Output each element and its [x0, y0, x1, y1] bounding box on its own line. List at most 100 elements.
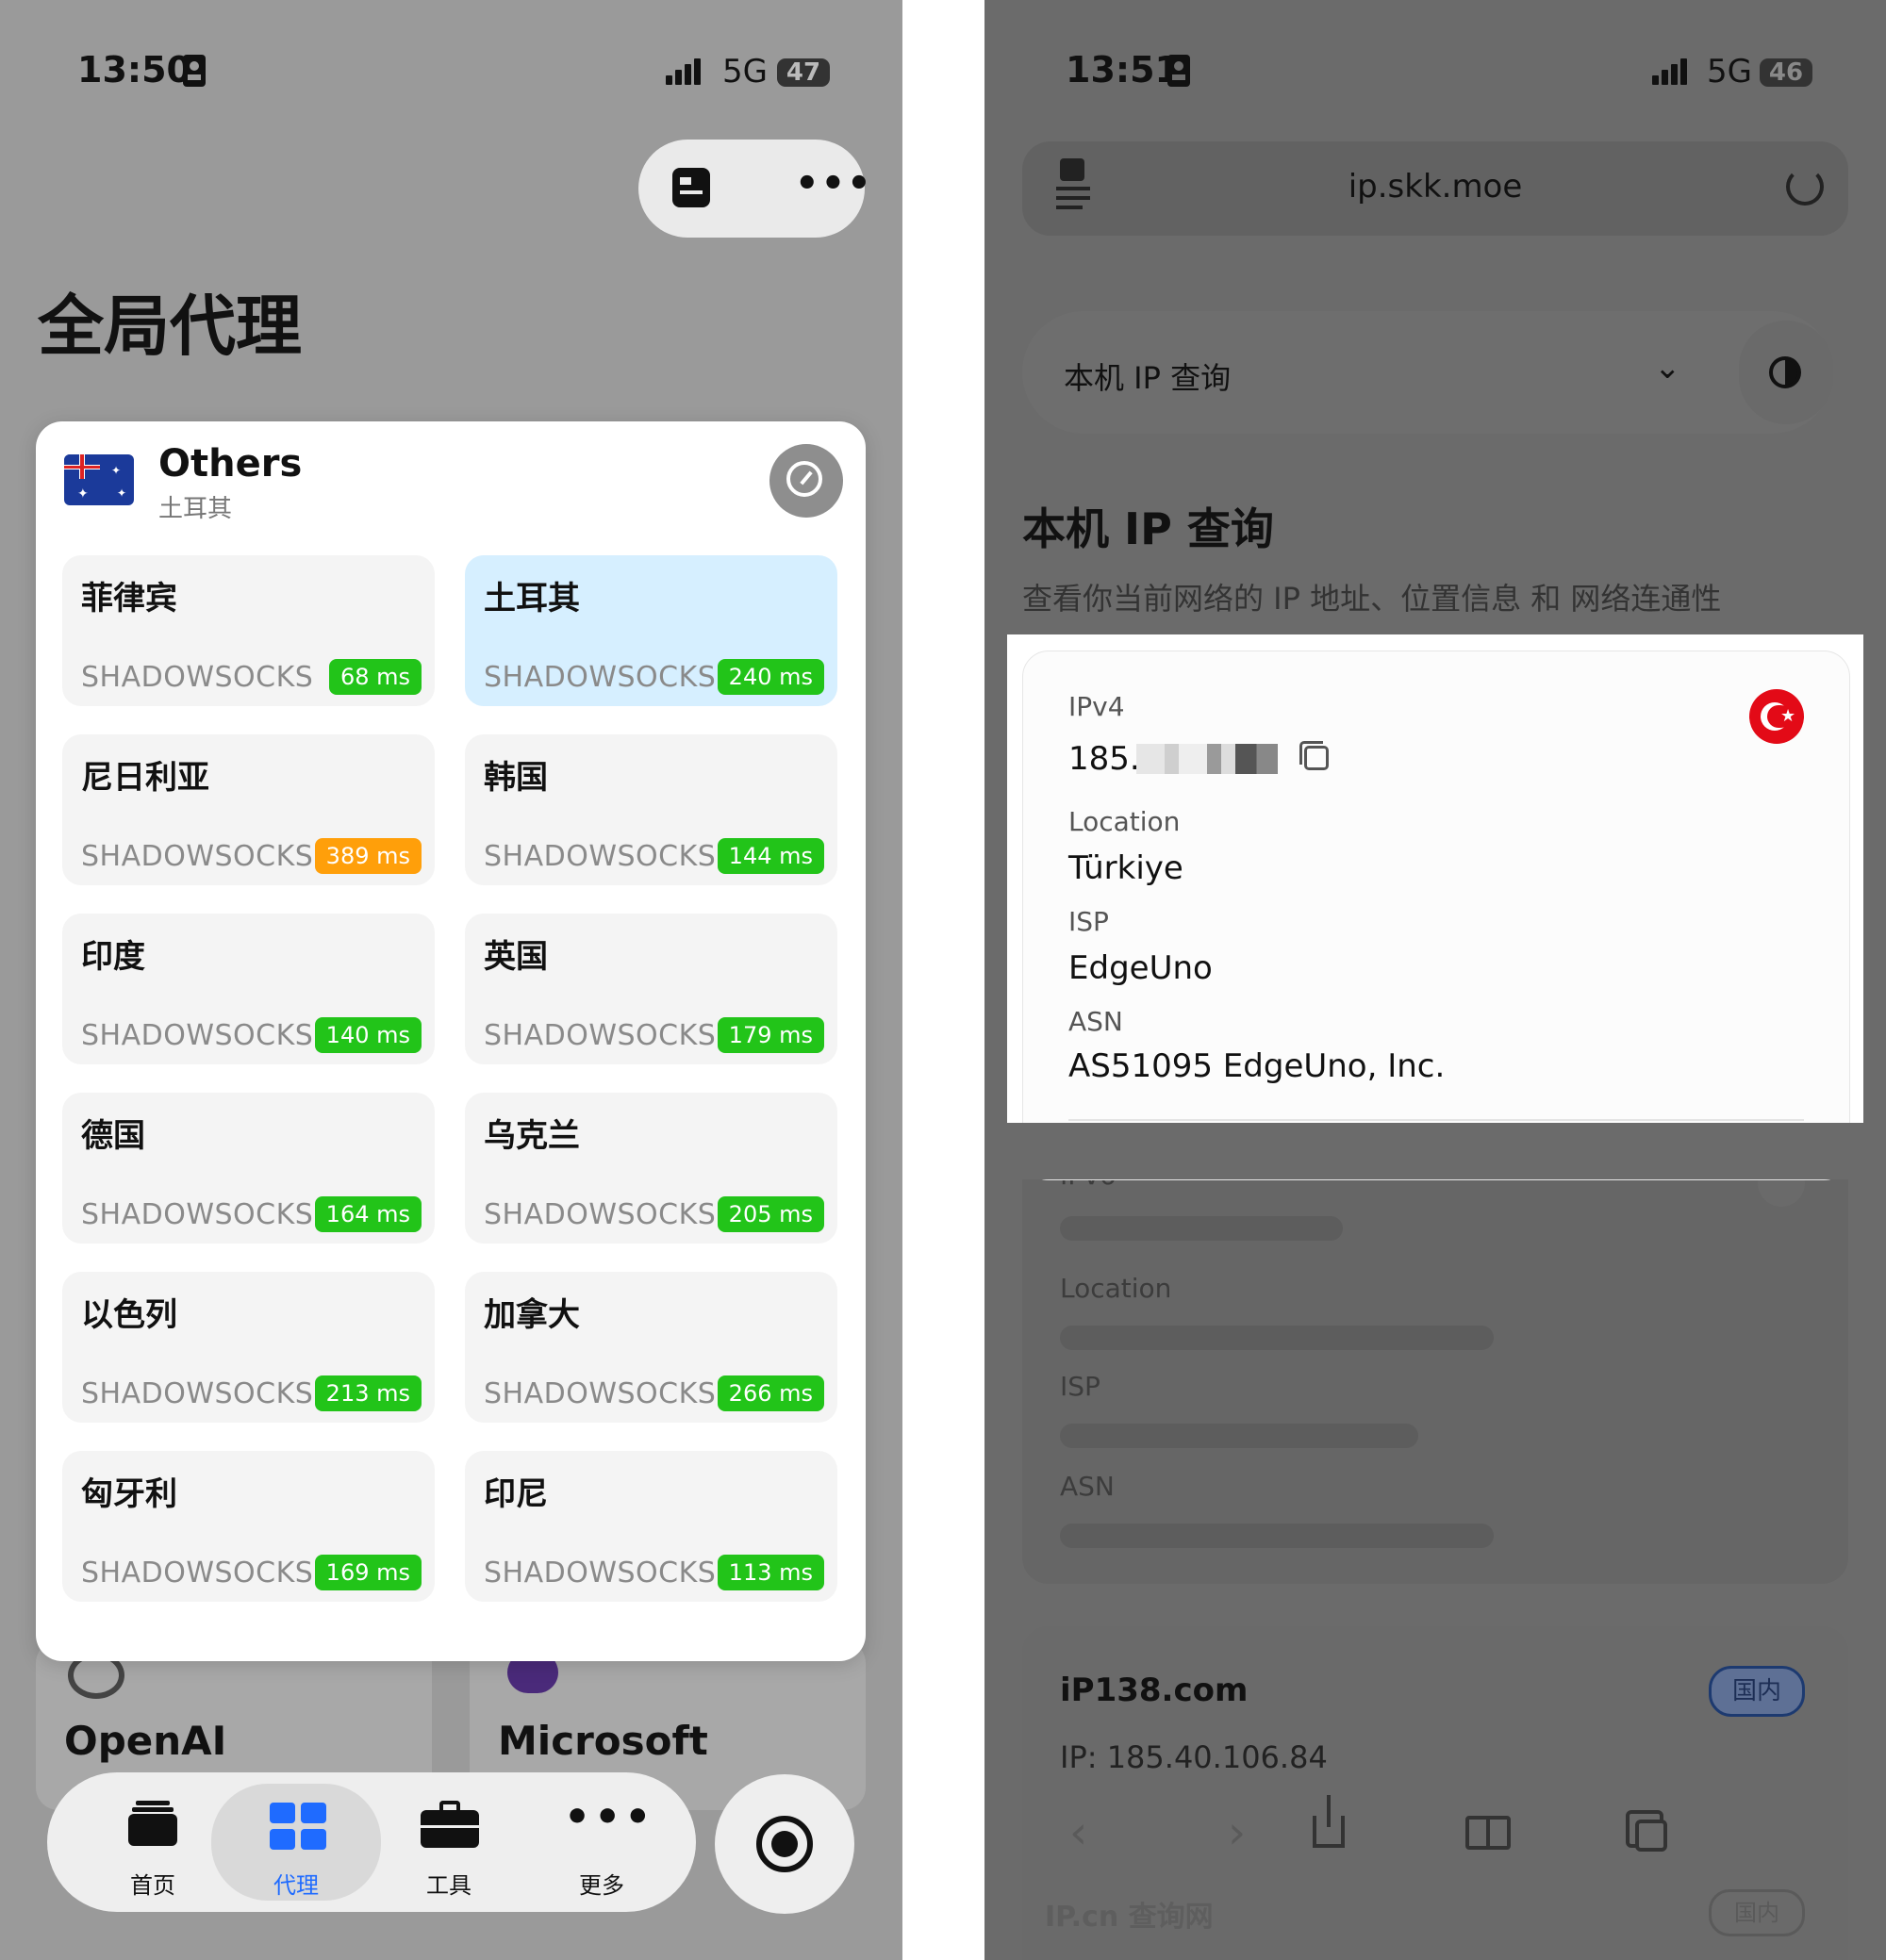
ip-redacted-mosaic — [1136, 744, 1278, 774]
ipv4-card: IPv4 ★ 185. Location Türkiye ISP EdgeUno… — [1022, 651, 1850, 1180]
section-title: 本机 IP 查询 — [1022, 503, 1274, 554]
highlight-edge — [1007, 1123, 1863, 1179]
isp-label: ISP — [1068, 906, 1109, 937]
id-card-icon — [1167, 55, 1190, 87]
node-name: 乌克兰 — [484, 1117, 580, 1155]
node-protocol: SHADOWSOCKS — [81, 1377, 314, 1410]
proxy-node-card[interactable]: 英国 SHADOWSOCKS 179 ms — [465, 914, 837, 1064]
tab-more[interactable]: ••• 更多 — [526, 1772, 677, 1912]
contrast-icon — [1769, 356, 1801, 388]
ipv4-label: IPv4 — [1068, 691, 1125, 722]
home-stack-icon — [128, 1801, 177, 1846]
grid-icon — [270, 1803, 326, 1850]
tab-proxy[interactable]: 代理 — [211, 1784, 381, 1901]
ip138-ip: IP: 185.40.106.84 — [1060, 1739, 1328, 1775]
latency-badge: 140 ms — [314, 1017, 422, 1053]
back-icon[interactable]: ‹ — [1069, 1806, 1087, 1859]
node-protocol: SHADOWSOCKS — [81, 840, 314, 873]
skeleton-line — [1060, 1216, 1343, 1241]
left-phone-screen: 13:50 5G 47 ••• 全局代理 OpenAI Microsoft ✦ — [0, 0, 902, 1960]
node-protocol: SHADOWSOCKS — [81, 661, 314, 694]
status-time: 13:51 — [1066, 49, 1180, 91]
tabs-icon[interactable] — [1626, 1810, 1667, 1852]
reload-icon[interactable] — [1786, 168, 1824, 206]
card-divider — [1068, 1119, 1804, 1121]
policy-card-name: Microsoft — [498, 1718, 708, 1764]
copy-icon[interactable] — [1299, 741, 1329, 770]
domestic-badge: 国内 — [1709, 1666, 1805, 1717]
address-bar[interactable]: ip.skk.moe — [1022, 141, 1848, 236]
location-value: Türkiye — [1068, 849, 1183, 887]
node-protocol: SHADOWSOCKS — [81, 1019, 314, 1052]
node-name: 英国 — [484, 938, 548, 976]
ipv4-value[interactable]: 185. — [1068, 740, 1140, 778]
skeleton-line — [1060, 1424, 1418, 1448]
more-icon[interactable]: ••• — [795, 162, 873, 206]
ipcn-name: IP.cn 查询网 — [1045, 1901, 1214, 1934]
status-time: 13:50 — [77, 49, 191, 91]
latency-test-button[interactable] — [769, 444, 843, 518]
node-name: 土耳其 — [484, 580, 580, 618]
tab-home[interactable]: 首页 — [77, 1772, 228, 1912]
proxy-node-card[interactable]: 尼日利亚 SHADOWSOCKS 389 ms — [62, 734, 435, 885]
location-label: Location — [1068, 806, 1181, 837]
proxy-node-card[interactable]: 匈牙利 SHADOWSOCKS 169 ms — [62, 1451, 435, 1602]
tab-label: 首页 — [130, 1872, 175, 1899]
connection-toggle-button[interactable] — [715, 1774, 854, 1914]
proxy-node-card[interactable]: 土耳其 SHADOWSOCKS 240 ms — [465, 555, 837, 706]
asn-label: ASN — [1068, 1006, 1123, 1037]
isp-value: EdgeUno — [1068, 949, 1213, 987]
node-protocol: SHADOWSOCKS — [81, 1198, 314, 1231]
tab-label: 更多 — [579, 1872, 624, 1899]
more-dots-icon: ••• — [564, 1793, 655, 1841]
latency-badge: 179 ms — [717, 1017, 824, 1053]
battery-indicator: 47 — [777, 58, 830, 87]
node-name: 印度 — [81, 938, 145, 976]
proxy-node-card[interactable]: 加拿大 SHADOWSOCKS 266 ms — [465, 1272, 837, 1423]
node-name: 匈牙利 — [81, 1475, 177, 1513]
tab-bar: 首页 代理 工具 ••• 更多 — [47, 1772, 696, 1912]
australia-flag-icon: ✦ ✦ ✦ — [64, 454, 134, 505]
proxy-node-card[interactable]: 乌克兰 SHADOWSOCKS 205 ms — [465, 1093, 837, 1244]
tool-select-value: 本机 IP 查询 — [1064, 360, 1232, 396]
latency-badge: 164 ms — [314, 1196, 422, 1232]
proxy-node-card[interactable]: 印度 SHADOWSOCKS 140 ms — [62, 914, 435, 1064]
forward-icon[interactable]: › — [1228, 1806, 1246, 1859]
ip138-name: iP138.com — [1060, 1672, 1249, 1709]
proxy-node-card[interactable]: 印尼 SHADOWSOCKS 113 ms — [465, 1451, 837, 1602]
tab-label: 工具 — [426, 1872, 472, 1899]
skeleton-line — [1060, 1326, 1494, 1350]
share-icon[interactable] — [1313, 1795, 1345, 1848]
group-name: Others — [158, 442, 303, 486]
battery-indicator: 46 — [1760, 58, 1812, 87]
proxy-node-card[interactable]: 菲律宾 SHADOWSOCKS 68 ms — [62, 555, 435, 706]
latency-badge: 389 ms — [314, 838, 422, 874]
proxy-node-card[interactable]: 韩国 SHADOWSOCKS 144 ms — [465, 734, 837, 885]
network-type: 5G — [722, 53, 768, 91]
signal-icon — [666, 58, 703, 87]
latency-badge: 68 ms — [328, 659, 422, 695]
latency-badge: 144 ms — [717, 838, 824, 874]
node-name: 以色列 — [81, 1296, 177, 1334]
node-name: 印尼 — [484, 1475, 548, 1513]
divider — [902, 0, 984, 1960]
node-protocol: SHADOWSOCKS — [484, 1377, 717, 1410]
top-action-pill: ••• — [638, 140, 871, 238]
bookmarks-icon[interactable] — [1465, 1816, 1511, 1850]
proxy-node-card[interactable]: 以色列 SHADOWSOCKS 213 ms — [62, 1272, 435, 1423]
proxy-node-card[interactable]: 德国 SHADOWSOCKS 164 ms — [62, 1093, 435, 1244]
url-text[interactable]: ip.skk.moe — [1022, 168, 1848, 206]
node-name: 韩国 — [484, 759, 548, 797]
node-protocol: SHADOWSOCKS — [484, 1019, 717, 1052]
tool-select[interactable]: 本机 IP 查询 ⌄ — [1022, 311, 1833, 434]
signal-icon — [1652, 58, 1690, 87]
node-name: 尼日利亚 — [81, 759, 209, 797]
latency-badge: 213 ms — [314, 1375, 422, 1411]
log-icon[interactable] — [672, 168, 710, 207]
tab-tools[interactable]: 工具 — [373, 1772, 524, 1912]
node-protocol: SHADOWSOCKS — [484, 1198, 717, 1231]
turkey-flag-icon: ★ — [1749, 689, 1804, 744]
theme-toggle-button[interactable] — [1739, 321, 1833, 424]
toolbox-icon — [421, 1801, 479, 1848]
asn-label: ASN — [1060, 1471, 1115, 1502]
